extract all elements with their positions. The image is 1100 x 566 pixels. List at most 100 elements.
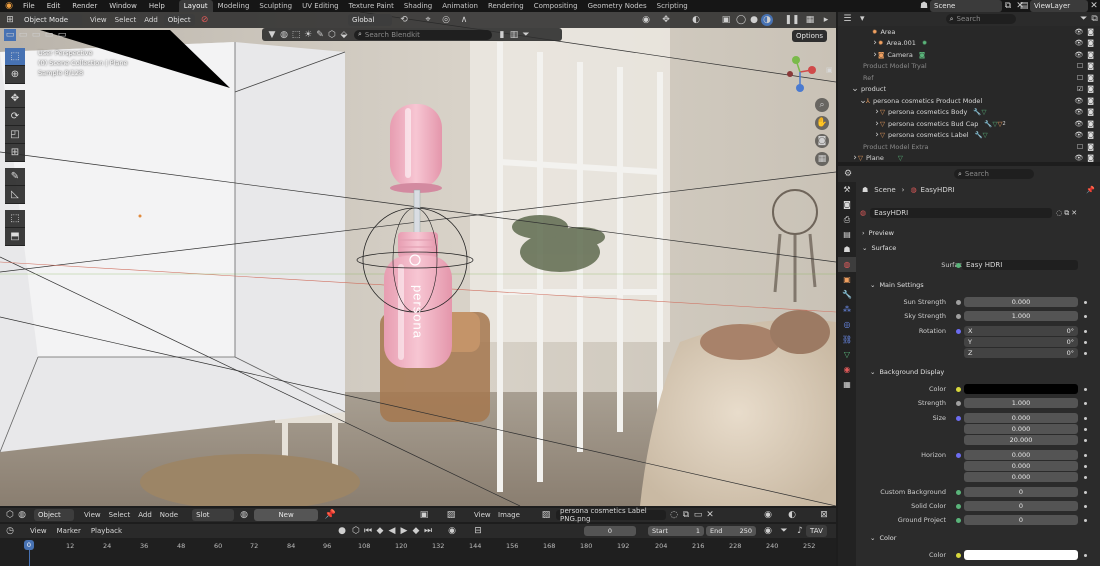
record-icon[interactable]: ●	[336, 525, 348, 537]
camera-render-icon[interactable]: ◙	[1087, 131, 1094, 139]
tab-animation[interactable]: Animation	[437, 0, 483, 12]
new-scene-icon[interactable]: ⧉	[1002, 0, 1014, 12]
material-tab-icon[interactable]: ◉	[838, 362, 856, 377]
keyframe-icon[interactable]	[1084, 300, 1087, 304]
output-tab-icon[interactable]: ⎙	[838, 212, 856, 227]
select-intersect-icon[interactable]: ▭	[56, 29, 68, 41]
camera-render-icon[interactable]: ◙	[1087, 62, 1094, 70]
keyframe-icon[interactable]	[1084, 438, 1087, 442]
outliner-row-ref[interactable]: Ref ☐ ◙	[838, 72, 1100, 84]
camera-render-icon[interactable]: ◙	[1087, 39, 1094, 47]
shader-type-icon[interactable]: ◍	[16, 509, 28, 521]
frame-options-icon[interactable]: ⊟	[472, 525, 484, 537]
camera-render-icon[interactable]: ◙	[1087, 120, 1094, 128]
xray-icon[interactable]: ▣	[720, 14, 732, 26]
new-collection-icon[interactable]: ⧉	[1089, 13, 1100, 25]
blendkit-icon[interactable]: ⊘	[199, 14, 211, 26]
scene-icon[interactable]: ☗	[918, 0, 930, 12]
image-browse-icon[interactable]: ▨	[540, 509, 552, 521]
eye-icon[interactable]: 👁	[1074, 51, 1083, 59]
world-name-field[interactable]: EasyHDRI	[870, 208, 1053, 218]
outliner-search-input[interactable]: ⌕ Search	[945, 14, 1017, 24]
blendkit-hdri-icon[interactable]: ☀	[302, 29, 314, 41]
sky-strength-field[interactable]: 1.000	[964, 311, 1078, 321]
duplicate-world-icon[interactable]: ⧉	[1064, 209, 1069, 218]
play-reverse-icon[interactable]: ◀	[386, 525, 398, 537]
keyframe-icon[interactable]	[1084, 504, 1087, 508]
menu-view[interactable]: View	[90, 16, 107, 24]
filter-icon[interactable]: ⏷	[520, 29, 532, 41]
display-channels-icon[interactable]: ◐	[786, 509, 798, 521]
texture-tab-icon[interactable]: ▦	[838, 377, 856, 392]
main-settings-section[interactable]: ⌄ Main Settings	[856, 278, 1100, 291]
solid-color-field[interactable]: 0	[964, 501, 1078, 511]
outliner-row-product-model-extra[interactable]: Product Model Extra ☐ ◙	[838, 141, 1100, 153]
render-tab-icon[interactable]: ◙	[838, 197, 856, 212]
shader-menu-select[interactable]: Select	[109, 511, 131, 519]
world-tab-icon[interactable]: ◍	[838, 257, 856, 272]
preview-section[interactable]: › Preview	[856, 226, 1100, 239]
node-editor-icon[interactable]: ⬡	[4, 509, 16, 521]
eye-icon[interactable]: 👁	[1074, 97, 1083, 105]
falloff-icon[interactable]: ∧	[458, 14, 470, 26]
tab-compositing[interactable]: Compositing	[529, 0, 583, 12]
tab-shading[interactable]: Shading	[399, 0, 437, 12]
backdrop-icon[interactable]: ▣	[418, 509, 430, 521]
breadcrumb-world[interactable]: EasyHDRI	[921, 186, 955, 194]
grid-icon[interactable]: ▦	[815, 152, 829, 166]
blendkit-brush-icon[interactable]: ✎	[314, 29, 326, 41]
physics-tab-icon[interactable]: ◎	[838, 317, 856, 332]
rendered-shading-icon[interactable]: ◑	[761, 14, 773, 26]
pause-render-icon[interactable]: ❚❚	[784, 14, 799, 26]
rotate-tool-icon[interactable]: ⟳	[5, 108, 25, 126]
3d-viewport[interactable]: persona User Perspective (0) Scene Colle…	[0, 12, 836, 506]
eye-icon[interactable]: 👁	[1074, 39, 1083, 47]
timeline-menu-playback[interactable]: Playback	[91, 527, 122, 535]
timeline-editor-icon[interactable]: ◷	[4, 525, 16, 537]
new-image-icon[interactable]: ⧉	[680, 509, 692, 521]
particles-tab-icon[interactable]: ⁂	[838, 302, 856, 317]
view-mode-icon[interactable]: ◉	[762, 509, 774, 521]
outliner-row-plane[interactable]: › ▽ Plane ▽ 👁 ◙	[838, 153, 1100, 165]
new-material-button[interactable]: New	[254, 509, 319, 521]
bottle-cap-object[interactable]	[390, 104, 442, 193]
add-object-tool-icon[interactable]: ⬒	[5, 228, 25, 246]
outliner-row-persona-bud-cap[interactable]: › ▽ persona cosmetics Bud Cap 🔧 ▽ ▽ 2 👁 ◙	[838, 118, 1100, 130]
menu-window[interactable]: Window	[103, 2, 143, 10]
sidebar-toggle-icon[interactable]: ▸	[820, 14, 832, 26]
fake-user-icon[interactable]: ◌	[668, 509, 680, 521]
blendkit-material-icon[interactable]: ◍	[278, 29, 290, 41]
blendkit-scene-icon[interactable]: ⬚	[290, 29, 302, 41]
keyframe-icon[interactable]	[1084, 553, 1087, 557]
keyframe-icon[interactable]	[1084, 427, 1087, 431]
jump-start-icon[interactable]: ⏮	[362, 525, 374, 537]
collapse-icon[interactable]: ⌄	[851, 83, 859, 95]
unlink-image-icon[interactable]: ✕	[704, 509, 716, 521]
menu-help[interactable]: Help	[143, 2, 171, 10]
sun-strength-field[interactable]: 0.000	[964, 297, 1078, 307]
jump-keyframe-back-icon[interactable]: ◆	[374, 525, 386, 537]
size-z-field[interactable]: 20.000	[964, 435, 1078, 445]
transform-orientation-dropdown[interactable]: Global	[348, 14, 392, 26]
outliner-filter-icon[interactable]: ⏷	[1078, 13, 1089, 25]
keyframe-icon[interactable]	[1084, 490, 1087, 494]
exclude-checkbox[interactable]: ☐	[1077, 62, 1083, 70]
exclude-checkbox[interactable]: ☐	[1077, 74, 1083, 82]
slot-dropdown[interactable]: Slot	[192, 509, 235, 521]
image-name-field[interactable]: persona cosmetics Label PNG.png	[556, 507, 666, 523]
camera-icon[interactable]: ◙	[815, 134, 829, 148]
blendkit-search-input[interactable]: ⌕ Search Blendkit	[354, 29, 492, 40]
select-subtract-icon[interactable]: ▭	[30, 29, 42, 41]
shader-type-dropdown[interactable]: Object	[34, 509, 74, 521]
layout-icon[interactable]: ▥	[508, 29, 520, 41]
camera-render-icon[interactable]: ◙	[1087, 154, 1094, 162]
keyframe-icon[interactable]	[1084, 329, 1087, 333]
timeline-menu-view[interactable]: View	[30, 527, 47, 535]
world-browse-icon[interactable]: ◍	[860, 209, 866, 217]
horizon-z-field[interactable]: 0.000	[964, 472, 1078, 482]
tab-uv-editing[interactable]: UV Editing	[297, 0, 344, 12]
color-section[interactable]: ⌄ Color	[856, 531, 1100, 544]
menu-select[interactable]: Select	[115, 16, 137, 24]
jump-keyframe-forward-icon[interactable]: ◆	[410, 525, 422, 537]
eye-icon[interactable]: 👁	[1074, 28, 1083, 36]
